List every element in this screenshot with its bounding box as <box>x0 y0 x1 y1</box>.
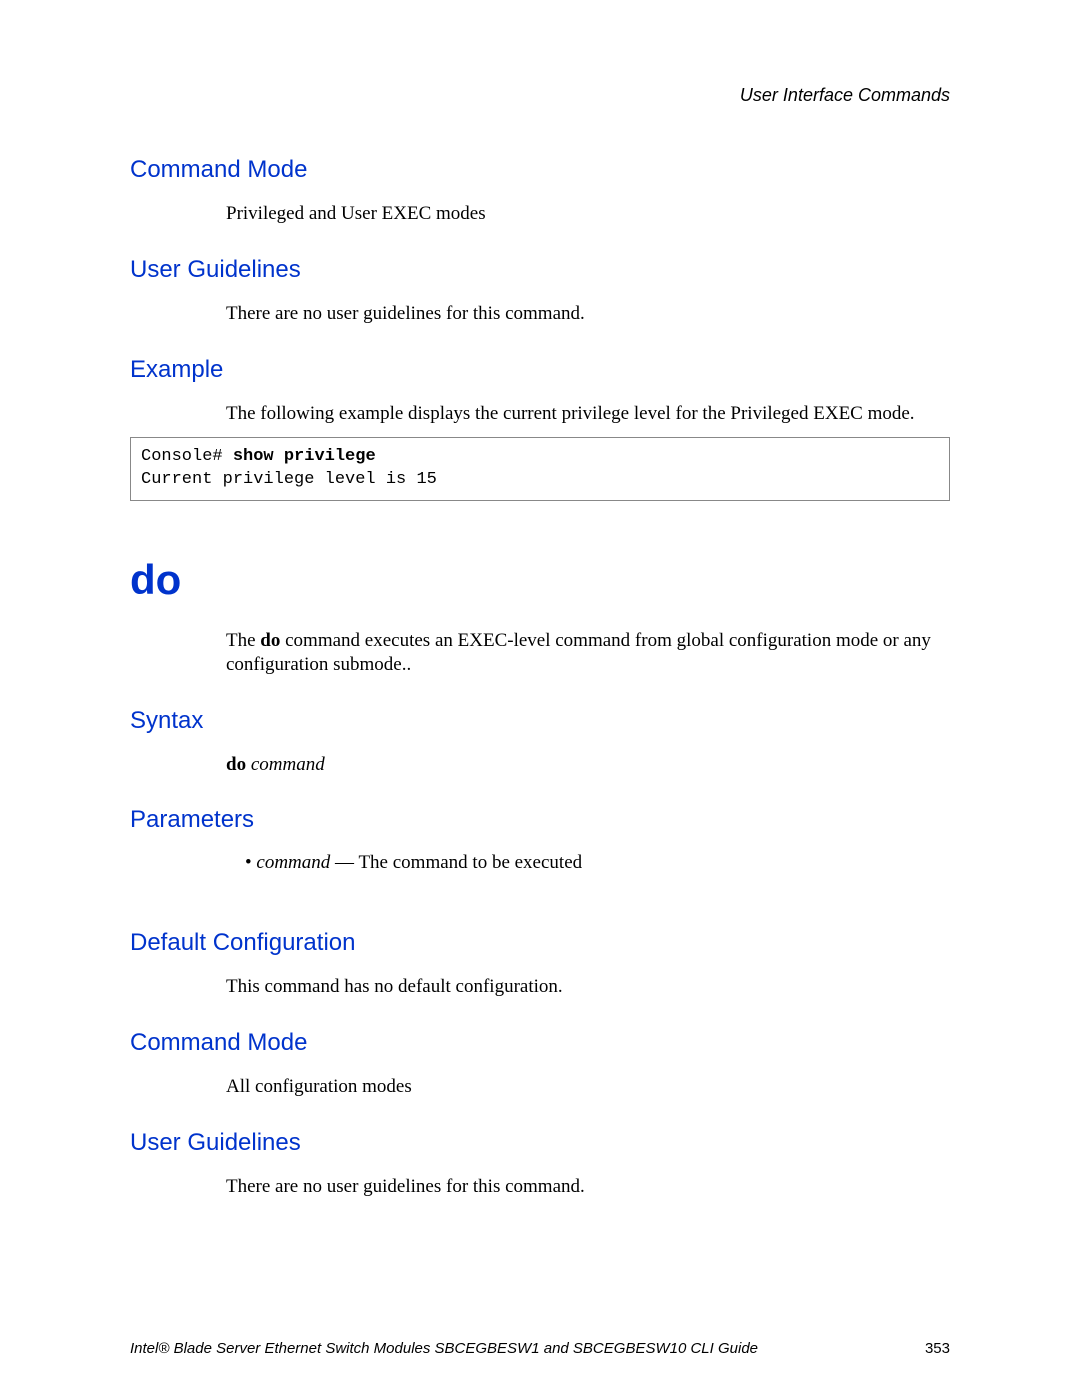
page-number: 353 <box>925 1340 950 1357</box>
bullet-parameter: command — The command to be executed <box>245 852 950 874</box>
heading-command-mode-1: Command Mode <box>130 156 950 184</box>
do-desc-pre: The <box>226 630 260 651</box>
do-desc-bold: do <box>260 630 280 651</box>
text-user-guidelines-1: There are no user guidelines for this co… <box>226 302 950 326</box>
code-command: show privilege <box>233 447 376 466</box>
heading-do: do <box>130 556 950 604</box>
param-desc: — The command to be executed <box>330 852 582 873</box>
text-do-desc: The do command executes an EXEC-level co… <box>226 629 950 677</box>
page-content: User Interface Commands Command Mode Pri… <box>0 0 1080 1199</box>
page-footer: Intel® Blade Server Ethernet Switch Modu… <box>130 1340 950 1357</box>
code-output: Current privilege level is 15 <box>141 470 437 489</box>
code-example: Console# show privilege Current privileg… <box>130 437 950 501</box>
code-prompt: Console# <box>141 447 233 466</box>
heading-command-mode-2: Command Mode <box>130 1029 950 1057</box>
heading-user-guidelines-2: User Guidelines <box>130 1129 950 1157</box>
footer-text: Intel® Blade Server Ethernet Switch Modu… <box>130 1340 758 1357</box>
text-user-guidelines-2: There are no user guidelines for this co… <box>226 1175 950 1199</box>
text-syntax: do command <box>226 753 950 777</box>
text-example-intro: The following example displays the curre… <box>226 402 950 426</box>
heading-default-config: Default Configuration <box>130 929 950 957</box>
syntax-bold: do <box>226 754 246 775</box>
param-name: command <box>256 852 330 873</box>
heading-user-guidelines-1: User Guidelines <box>130 256 950 284</box>
text-command-mode-2: All configuration modes <box>226 1075 950 1099</box>
heading-parameters: Parameters <box>130 806 950 834</box>
text-default-config: This command has no default configuratio… <box>226 975 950 999</box>
running-header: User Interface Commands <box>130 85 950 106</box>
syntax-italic: command <box>246 754 325 775</box>
do-desc-post: command executes an EXEC-level command f… <box>226 630 931 675</box>
text-command-mode-1: Privileged and User EXEC modes <box>226 202 950 226</box>
heading-syntax: Syntax <box>130 707 950 735</box>
heading-example: Example <box>130 356 950 384</box>
